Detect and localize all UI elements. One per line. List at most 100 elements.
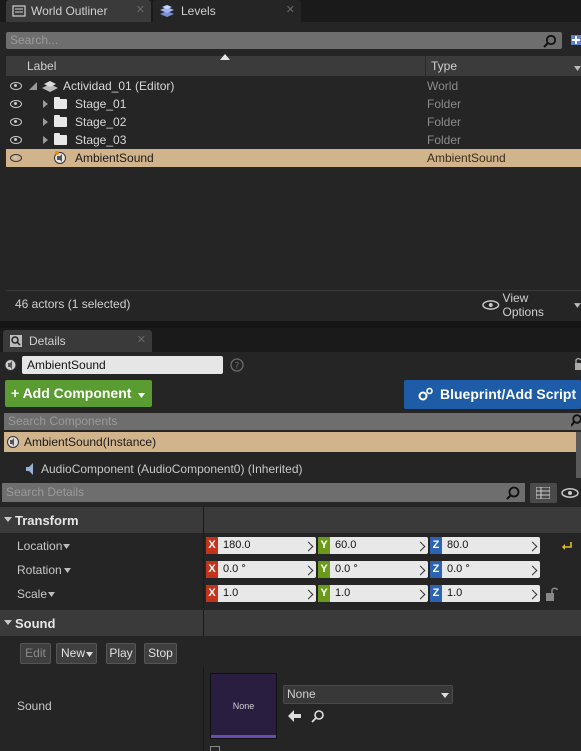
scale-y-field[interactable]: 1.0 — [330, 585, 428, 602]
lock-icon[interactable] — [574, 357, 581, 371]
chevron-down-icon — [574, 302, 581, 308]
rotation-label: Rotation — [17, 563, 62, 577]
location-label: Location — [17, 539, 63, 553]
view-options-label: View Options — [502, 291, 544, 319]
visibility-eye-icon[interactable] — [10, 154, 22, 162]
axis-x-label: X — [206, 561, 218, 578]
add-component-label: Add Component — [22, 385, 132, 401]
help-icon[interactable]: ? — [230, 358, 244, 372]
chevron-down-icon[interactable] — [63, 544, 70, 549]
outliner-row-folder[interactable]: Stage_01 Folder — [6, 95, 581, 113]
category-sound-header[interactable]: Sound — [0, 610, 581, 636]
scale-z-field[interactable]: 1.0 — [442, 585, 540, 602]
add-filter-button[interactable] — [567, 32, 581, 49]
search-components-input[interactable]: Search Components — [4, 413, 581, 430]
components-scrollbar[interactable] — [576, 432, 581, 478]
view-options-button[interactable]: View Options — [482, 291, 581, 319]
tab-details[interactable]: Details ✕ — [3, 330, 152, 352]
visibility-eye-icon[interactable] — [10, 118, 22, 126]
tab-world-outliner-label: World Outliner — [31, 4, 108, 18]
eye-icon[interactable] — [561, 488, 579, 498]
category-transform-header[interactable]: Transform — [0, 507, 581, 533]
outliner-row-ambientsound[interactable]: AmbientSound AmbientSound — [6, 149, 581, 167]
speaker-icon — [4, 359, 17, 371]
reset-to-default-icon[interactable] — [561, 540, 573, 550]
outliner-search-input[interactable]: Search... — [6, 32, 562, 49]
location-z-field[interactable]: 80.0 — [442, 537, 540, 554]
chevron-down-icon[interactable] — [574, 66, 581, 71]
close-icon[interactable]: ✕ — [286, 3, 295, 16]
outliner-footer-divider — [6, 290, 581, 291]
search-icon — [571, 414, 581, 427]
axis-z-label: Z — [430, 561, 442, 578]
browse-search-icon[interactable] — [311, 709, 325, 723]
thumbnail-text: None — [232, 701, 255, 711]
play-button[interactable]: Play — [106, 643, 136, 664]
tab-levels-label: Levels — [181, 4, 216, 18]
tab-world-outliner[interactable]: World Outliner ✕ — [6, 0, 151, 22]
rotation-z-field[interactable]: 0.0 ° — [442, 561, 540, 578]
outliner-row-world[interactable]: Actividad_01 (Editor) World — [6, 77, 581, 95]
checkbox[interactable] — [210, 746, 220, 751]
location-y-field[interactable]: 60.0 — [330, 537, 428, 554]
component-row-audio[interactable]: AudioComponent (AudioComponent0) (Inheri… — [4, 459, 576, 479]
axis-x-label: X — [206, 585, 218, 602]
close-icon[interactable]: ✕ — [137, 333, 146, 346]
sound-asset-thumbnail[interactable]: None — [210, 673, 277, 739]
folder-icon — [54, 115, 67, 127]
expand-arrow-icon[interactable] — [43, 118, 48, 126]
close-icon[interactable]: ✕ — [136, 3, 145, 16]
row-type: Folder — [427, 115, 462, 129]
scale-x-field[interactable]: 1.0 — [218, 585, 316, 602]
column-divider — [203, 610, 204, 636]
audio-component-icon — [26, 463, 33, 475]
axis-y-label: Y — [318, 585, 330, 602]
grid-icon — [536, 487, 550, 499]
component-instance-label: AmbientSound(Instance) — [24, 435, 157, 449]
category-title: Transform — [15, 513, 79, 528]
use-selected-arrow-icon[interactable] — [288, 710, 302, 722]
add-component-button[interactable]: + Add Component — [5, 380, 152, 407]
visibility-eye-icon[interactable] — [10, 82, 22, 90]
chevron-down-icon — [138, 393, 146, 398]
chevron-down-icon — [86, 652, 93, 657]
search-details-input[interactable]: Search Details — [2, 483, 525, 502]
column-label[interactable]: Label — [27, 59, 56, 73]
blueprint-add-script-button[interactable]: Blueprint/Add Script — [404, 380, 581, 409]
speaker-icon — [7, 436, 19, 448]
folder-icon — [54, 97, 67, 109]
expand-arrow-icon[interactable] — [43, 136, 48, 144]
visibility-eye-icon[interactable] — [10, 136, 22, 144]
rotation-x-field[interactable]: 0.0 ° — [218, 561, 316, 578]
sound-asset-combo[interactable]: None — [283, 685, 453, 704]
axis-y-label: Y — [318, 561, 330, 578]
expand-arrow-icon[interactable] — [29, 82, 37, 90]
expand-arrow-icon[interactable] — [43, 100, 48, 108]
new-button[interactable]: New — [56, 643, 97, 664]
property-matrix-button[interactable] — [530, 483, 557, 503]
rotation-y-field[interactable]: 0.0 ° — [330, 561, 428, 578]
row-type: Folder — [427, 97, 462, 111]
edit-button[interactable]: Edit — [20, 643, 51, 664]
location-x-field[interactable]: 180.0 — [218, 537, 316, 554]
stop-button[interactable]: Stop — [144, 643, 177, 664]
row-label: AmbientSound — [75, 151, 154, 165]
tab-levels[interactable]: Levels ✕ — [153, 0, 301, 22]
new-button-label: New — [61, 646, 86, 660]
component-row-instance[interactable]: AmbientSound(Instance) — [4, 432, 576, 452]
axis-x-label: X — [206, 537, 218, 554]
visibility-eye-icon[interactable] — [10, 100, 22, 108]
speaker-icon — [54, 151, 66, 164]
column-type[interactable]: Type — [431, 59, 457, 73]
chevron-down-icon[interactable] — [48, 592, 55, 597]
chevron-down-icon[interactable] — [64, 568, 71, 573]
details-icon — [10, 335, 22, 347]
unlock-icon[interactable] — [545, 586, 558, 602]
actor-name-input[interactable]: AmbientSound — [22, 356, 223, 374]
search-icon — [543, 34, 557, 48]
search-icon — [506, 486, 520, 500]
outliner-row-folder[interactable]: Stage_03 Folder — [6, 131, 581, 149]
levels-icon — [160, 5, 174, 17]
sound-asset-value: None — [287, 687, 316, 701]
outliner-row-folder[interactable]: Stage_02 Folder — [6, 113, 581, 131]
